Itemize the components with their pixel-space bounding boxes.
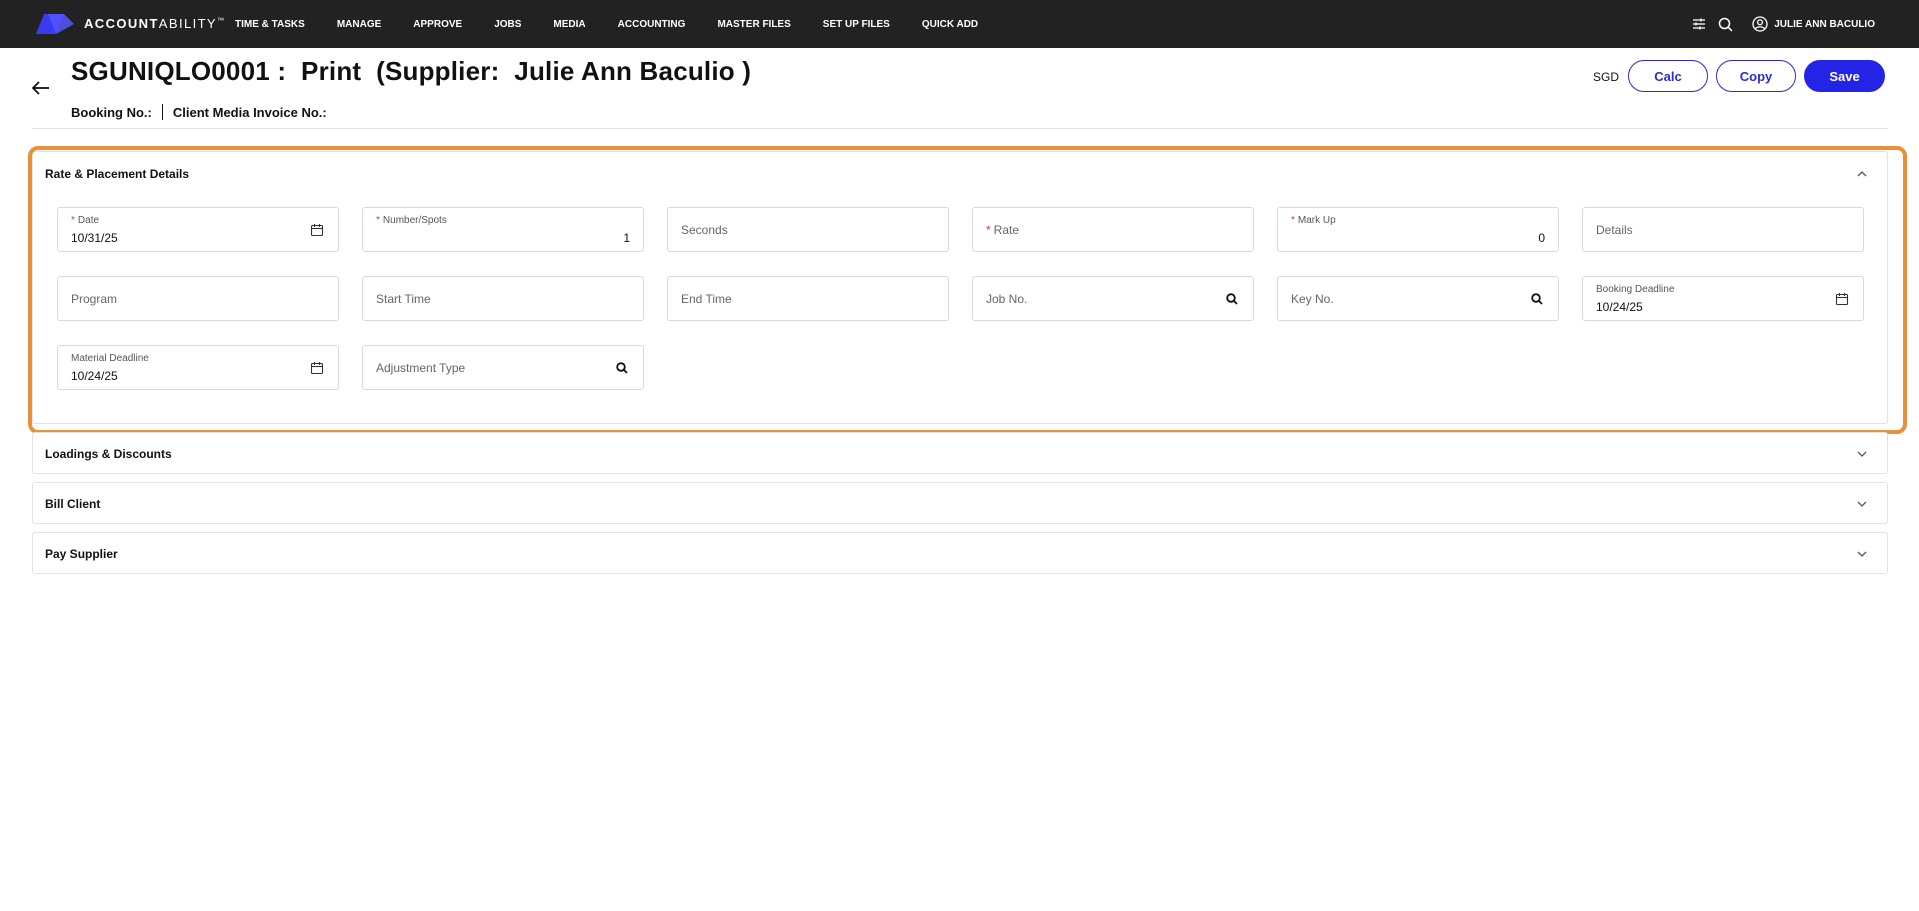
search-icon[interactable]	[1716, 15, 1734, 33]
calc-button[interactable]: Calc	[1628, 60, 1708, 92]
nav-jobs[interactable]: JOBS	[494, 19, 521, 30]
user-menu[interactable]: JULIE ANN BACULIO	[1752, 16, 1875, 32]
nav-approve[interactable]: APPROVE	[413, 19, 462, 30]
top-navigation-bar: ACCOUNTABILITY™ TIME & TASKS MANAGE APPR…	[0, 0, 1919, 48]
accountability-logo-icon[interactable]	[34, 12, 78, 36]
user-avatar-icon	[1752, 16, 1768, 32]
loadings-discounts-panel[interactable]: Loadings & Discounts	[32, 432, 1888, 474]
nav-master-files[interactable]: MASTER FILES	[717, 19, 790, 30]
nav-quick-add[interactable]: QUICK ADD	[922, 19, 978, 30]
user-name: JULIE ANN BACULIO	[1774, 18, 1875, 30]
nav-manage[interactable]: MANAGE	[337, 19, 381, 30]
loadings-discounts-title: Loadings & Discounts	[45, 447, 172, 461]
highlight-box	[28, 146, 1907, 434]
bill-client-title: Bill Client	[45, 497, 101, 511]
page-title: SGUNIQLO0001 : Print (Supplier: Julie An…	[71, 56, 752, 86]
top-right-tools: JULIE ANN BACULIO	[1690, 0, 1875, 48]
header-divider	[32, 128, 1888, 129]
copy-button[interactable]: Copy	[1716, 60, 1796, 92]
currency-label: SGD	[1593, 70, 1620, 84]
bill-client-panel[interactable]: Bill Client	[32, 482, 1888, 524]
booking-no-label: Booking No.:	[71, 104, 152, 120]
nav-accounting[interactable]: ACCOUNTING	[618, 19, 686, 30]
filter-sliders-icon[interactable]	[1690, 15, 1708, 33]
client-invoice-label: Client Media Invoice No.:	[172, 104, 327, 120]
chevron-down-icon[interactable]	[1855, 497, 1869, 511]
divider	[161, 104, 163, 120]
nav-media[interactable]: MEDIA	[553, 19, 585, 30]
chevron-down-icon[interactable]	[1855, 547, 1869, 561]
nav-set-up-files[interactable]: SET UP FILES	[823, 19, 890, 30]
brand-name[interactable]: ACCOUNTABILITY™	[84, 16, 224, 31]
nav-time-tasks[interactable]: TIME & TASKS	[235, 19, 305, 30]
pay-supplier-title: Pay Supplier	[45, 547, 118, 561]
chevron-down-icon[interactable]	[1855, 447, 1869, 461]
back-arrow-icon[interactable]	[30, 78, 52, 98]
pay-supplier-panel[interactable]: Pay Supplier	[32, 532, 1888, 574]
booking-info: Booking No.: Client Media Invoice No.:	[71, 104, 327, 120]
save-button[interactable]: Save	[1804, 60, 1885, 92]
main-nav: TIME & TASKS MANAGE APPROVE JOBS MEDIA A…	[235, 0, 1010, 48]
